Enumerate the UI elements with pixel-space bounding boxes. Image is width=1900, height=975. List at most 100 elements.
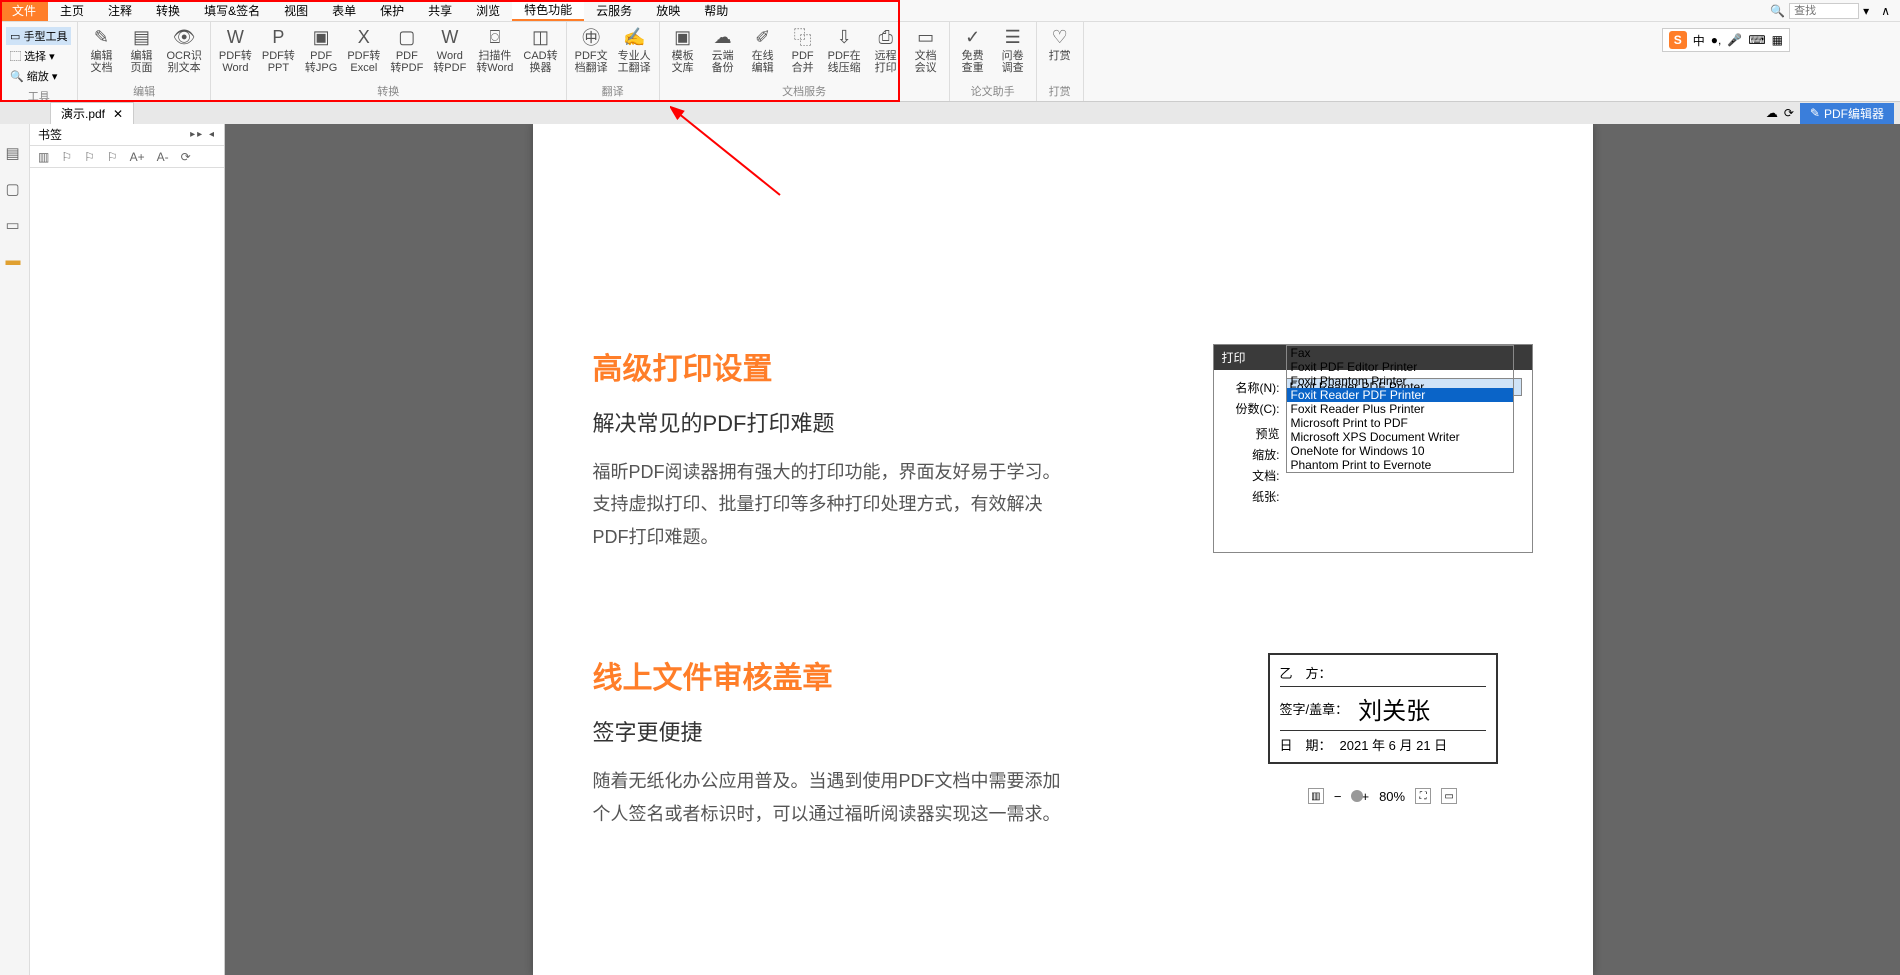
ribbon-label: PDF文 档翻译 (575, 50, 608, 74)
ribbon-button-3-4[interactable]: ⇩PDF在 线压缩 (826, 24, 863, 76)
menu-item-0[interactable]: 文件 (0, 0, 48, 21)
ribbon-button-2-0[interactable]: ㊥PDF文 档翻译 (573, 24, 610, 76)
section1-body: 福昕PDF阅读器拥有强大的打印功能，界面友好易于学习。支持虚拟打印、批量打印等多… (593, 456, 1063, 553)
ribbon-button-3-6[interactable]: ▭文档 会议 (909, 24, 943, 76)
fit-icon[interactable]: ▭ (1441, 788, 1457, 804)
page-sidebar-icon[interactable]: ▢ (6, 180, 24, 198)
ribbon-button-2-1[interactable]: ✍专业人 工翻译 (616, 24, 653, 76)
ribbon-icon: ▭ (915, 26, 937, 48)
ribbon-button-3-5[interactable]: ⎙远程 打印 (869, 24, 903, 76)
note-sidebar-icon[interactable]: ▬ (6, 252, 24, 270)
ime-menu-icon[interactable]: ▦ (1772, 33, 1783, 47)
ribbon-label: 文档 会议 (915, 50, 937, 74)
ribbon-button-1-1[interactable]: PPDF转 PPT (260, 24, 297, 76)
ribbon-icon: ♡ (1049, 26, 1071, 48)
menu-item-8[interactable]: 共享 (416, 0, 464, 21)
ribbon-button-1-0[interactable]: WPDF转 Word (217, 24, 254, 76)
ribbon-button-1-7[interactable]: ◫CAD转 换器 (521, 24, 559, 76)
ribbon-button-1-5[interactable]: WWord 转PDF (431, 24, 468, 76)
ribbon-group-5: ♡ 打赏打赏 (1037, 22, 1084, 101)
ribbon-button-0-1[interactable]: ▤编辑 页面 (124, 24, 158, 76)
menu-item-12[interactable]: 放映 (644, 0, 692, 21)
ribbon-button-1-6[interactable]: ⌼扫描件 转Word (474, 24, 515, 76)
printer-listbox: FaxFoxit PDF Editor PrinterFoxit Phantom… (1286, 345, 1514, 473)
ribbon-group-1: WPDF转 WordPPDF转 PPT▣PDF 转JPGXPDF转 Excel▢… (211, 22, 567, 101)
bookmark-tool-0[interactable]: ▥ (38, 150, 49, 164)
group-label: 文档服务 (782, 83, 826, 101)
menu-item-9[interactable]: 浏览 (464, 0, 512, 21)
ribbon-button-0-2[interactable]: 👁OCR识 别文本 (164, 24, 203, 76)
ribbon-button-1-2[interactable]: ▣PDF 转JPG (303, 24, 339, 76)
zoom-tool-button[interactable]: 🔍 缩放 ▾ (6, 67, 71, 85)
label-copies: 份数(C): (1224, 400, 1280, 417)
pdf-editor-button[interactable]: ✎ PDF编辑器 (1800, 103, 1894, 124)
ime-keyboard-icon[interactable]: ⌨ (1748, 33, 1765, 47)
menu-item-2[interactable]: 注释 (96, 0, 144, 21)
bookmark-sidebar-icon[interactable]: ▤ (6, 144, 24, 162)
menu-item-13[interactable]: 帮助 (692, 0, 740, 21)
document-viewport[interactable]: 高级打印设置 解决常见的PDF打印难题 福昕PDF阅读器拥有强大的打印功能，界面… (225, 124, 1900, 975)
ribbon-icon: X (353, 26, 375, 48)
menu-item-6[interactable]: 表单 (320, 0, 368, 21)
ime-lang[interactable]: 中 (1693, 32, 1705, 49)
ribbon-icon: ☁ (712, 26, 734, 48)
group-label: 转换 (377, 83, 399, 101)
search-icon[interactable]: 🔍 (1770, 4, 1785, 18)
cloud-icon[interactable]: ☁ (1766, 106, 1778, 120)
ribbon-button-3-3[interactable]: ⿻PDF 合并 (786, 24, 820, 76)
ribbon-label: 扫描件 转Word (476, 50, 513, 74)
menu-item-5[interactable]: 视图 (272, 0, 320, 21)
close-tab-icon[interactable]: ✕ (113, 107, 123, 121)
bookmark-tool-1[interactable]: ⚐ (61, 150, 72, 164)
ribbon-button-5-0[interactable]: ♡ 打赏 (1043, 24, 1077, 64)
ribbon-button-3-1[interactable]: ☁云端 备份 (706, 24, 740, 76)
bookmark-tool-5[interactable]: A- (157, 150, 169, 164)
ribbon-button-3-0[interactable]: ▣模板 文库 (666, 24, 700, 76)
ribbon-label: PDF 转JPG (305, 50, 337, 74)
group-label: 编辑 (133, 83, 155, 101)
bookmark-tool-6[interactable]: ⟳ (181, 150, 191, 164)
bookmark-tool-3[interactable]: ⚐ (107, 150, 118, 164)
fullscreen-icon[interactable]: ⛶ (1415, 788, 1431, 804)
sync-icon[interactable]: ⟳ (1784, 106, 1794, 120)
menu-item-1[interactable]: 主页 (48, 0, 96, 21)
ime-toolbar[interactable]: S 中 ●, 🎤 ⌨ ▦ (1662, 28, 1790, 52)
select-tool-button[interactable]: ⬚ 选择 ▾ (6, 47, 71, 65)
printer-option-8: Phantom Print to Evernote (1287, 458, 1513, 472)
ribbon-button-1-3[interactable]: XPDF转 Excel (345, 24, 382, 76)
ime-mic-icon[interactable]: 🎤 (1727, 33, 1742, 47)
bookmark-tool-4[interactable]: A+ (130, 150, 145, 164)
ribbon-icon: ☰ (1002, 26, 1024, 48)
panel-collapse-icon[interactable]: ▸▸ ◂ (190, 129, 216, 140)
hand-tool-button[interactable]: ▭ 手型工具 (6, 27, 71, 45)
menu-item-7[interactable]: 保护 (368, 0, 416, 21)
ribbon-label: 模板 文库 (672, 50, 694, 74)
menu-item-10[interactable]: 特色功能 (512, 0, 584, 21)
menu-item-4[interactable]: 填写&签名 (192, 0, 272, 21)
document-tab[interactable]: 演示.pdf ✕ (50, 102, 134, 124)
ribbon-button-4-1[interactable]: ☰问卷 调查 (996, 24, 1030, 76)
layout-icon[interactable]: ▥ (1308, 788, 1324, 804)
ribbon-button-0-0[interactable]: ✎编辑 文档 (84, 24, 118, 76)
menu-chevron-icon[interactable]: ∧ (1881, 4, 1890, 18)
ribbon-label: 免费 查重 (962, 50, 984, 74)
menu-item-11[interactable]: 云服务 (584, 0, 644, 21)
group-label: 工具 (28, 88, 50, 106)
label-name: 名称(N): (1224, 379, 1280, 396)
menu-item-3[interactable]: 转换 (144, 0, 192, 21)
ribbon-label: 打赏 (1049, 50, 1071, 62)
ribbon-label: Word 转PDF (433, 50, 466, 74)
search-dropdown-icon[interactable]: ▾ (1863, 4, 1869, 18)
ribbon-button-3-2[interactable]: ✐在线 编辑 (746, 24, 780, 76)
label-preview: 预览 (1224, 425, 1280, 442)
printer-option-2: Foxit Phantom Printer (1287, 374, 1513, 388)
stamp-party: 乙 方： (1280, 663, 1332, 682)
search-input[interactable] (1789, 3, 1859, 19)
ribbon-button-4-0[interactable]: ✓免费 查重 (956, 24, 990, 76)
ribbon-button-1-4[interactable]: ▢PDF 转PDF (388, 24, 425, 76)
zoom-out-button[interactable]: − (1334, 789, 1342, 804)
clipboard-sidebar-icon[interactable]: ▭ (6, 216, 24, 234)
bookmark-tool-2[interactable]: ⚐ (84, 150, 95, 164)
stamp-illustration: 乙 方： 签字/盖章： 刘关张 日 期： 2021 年 6 月 21 日 ▥ − (1233, 653, 1533, 830)
section2-title: 线上文件审核盖章 (593, 653, 1063, 697)
